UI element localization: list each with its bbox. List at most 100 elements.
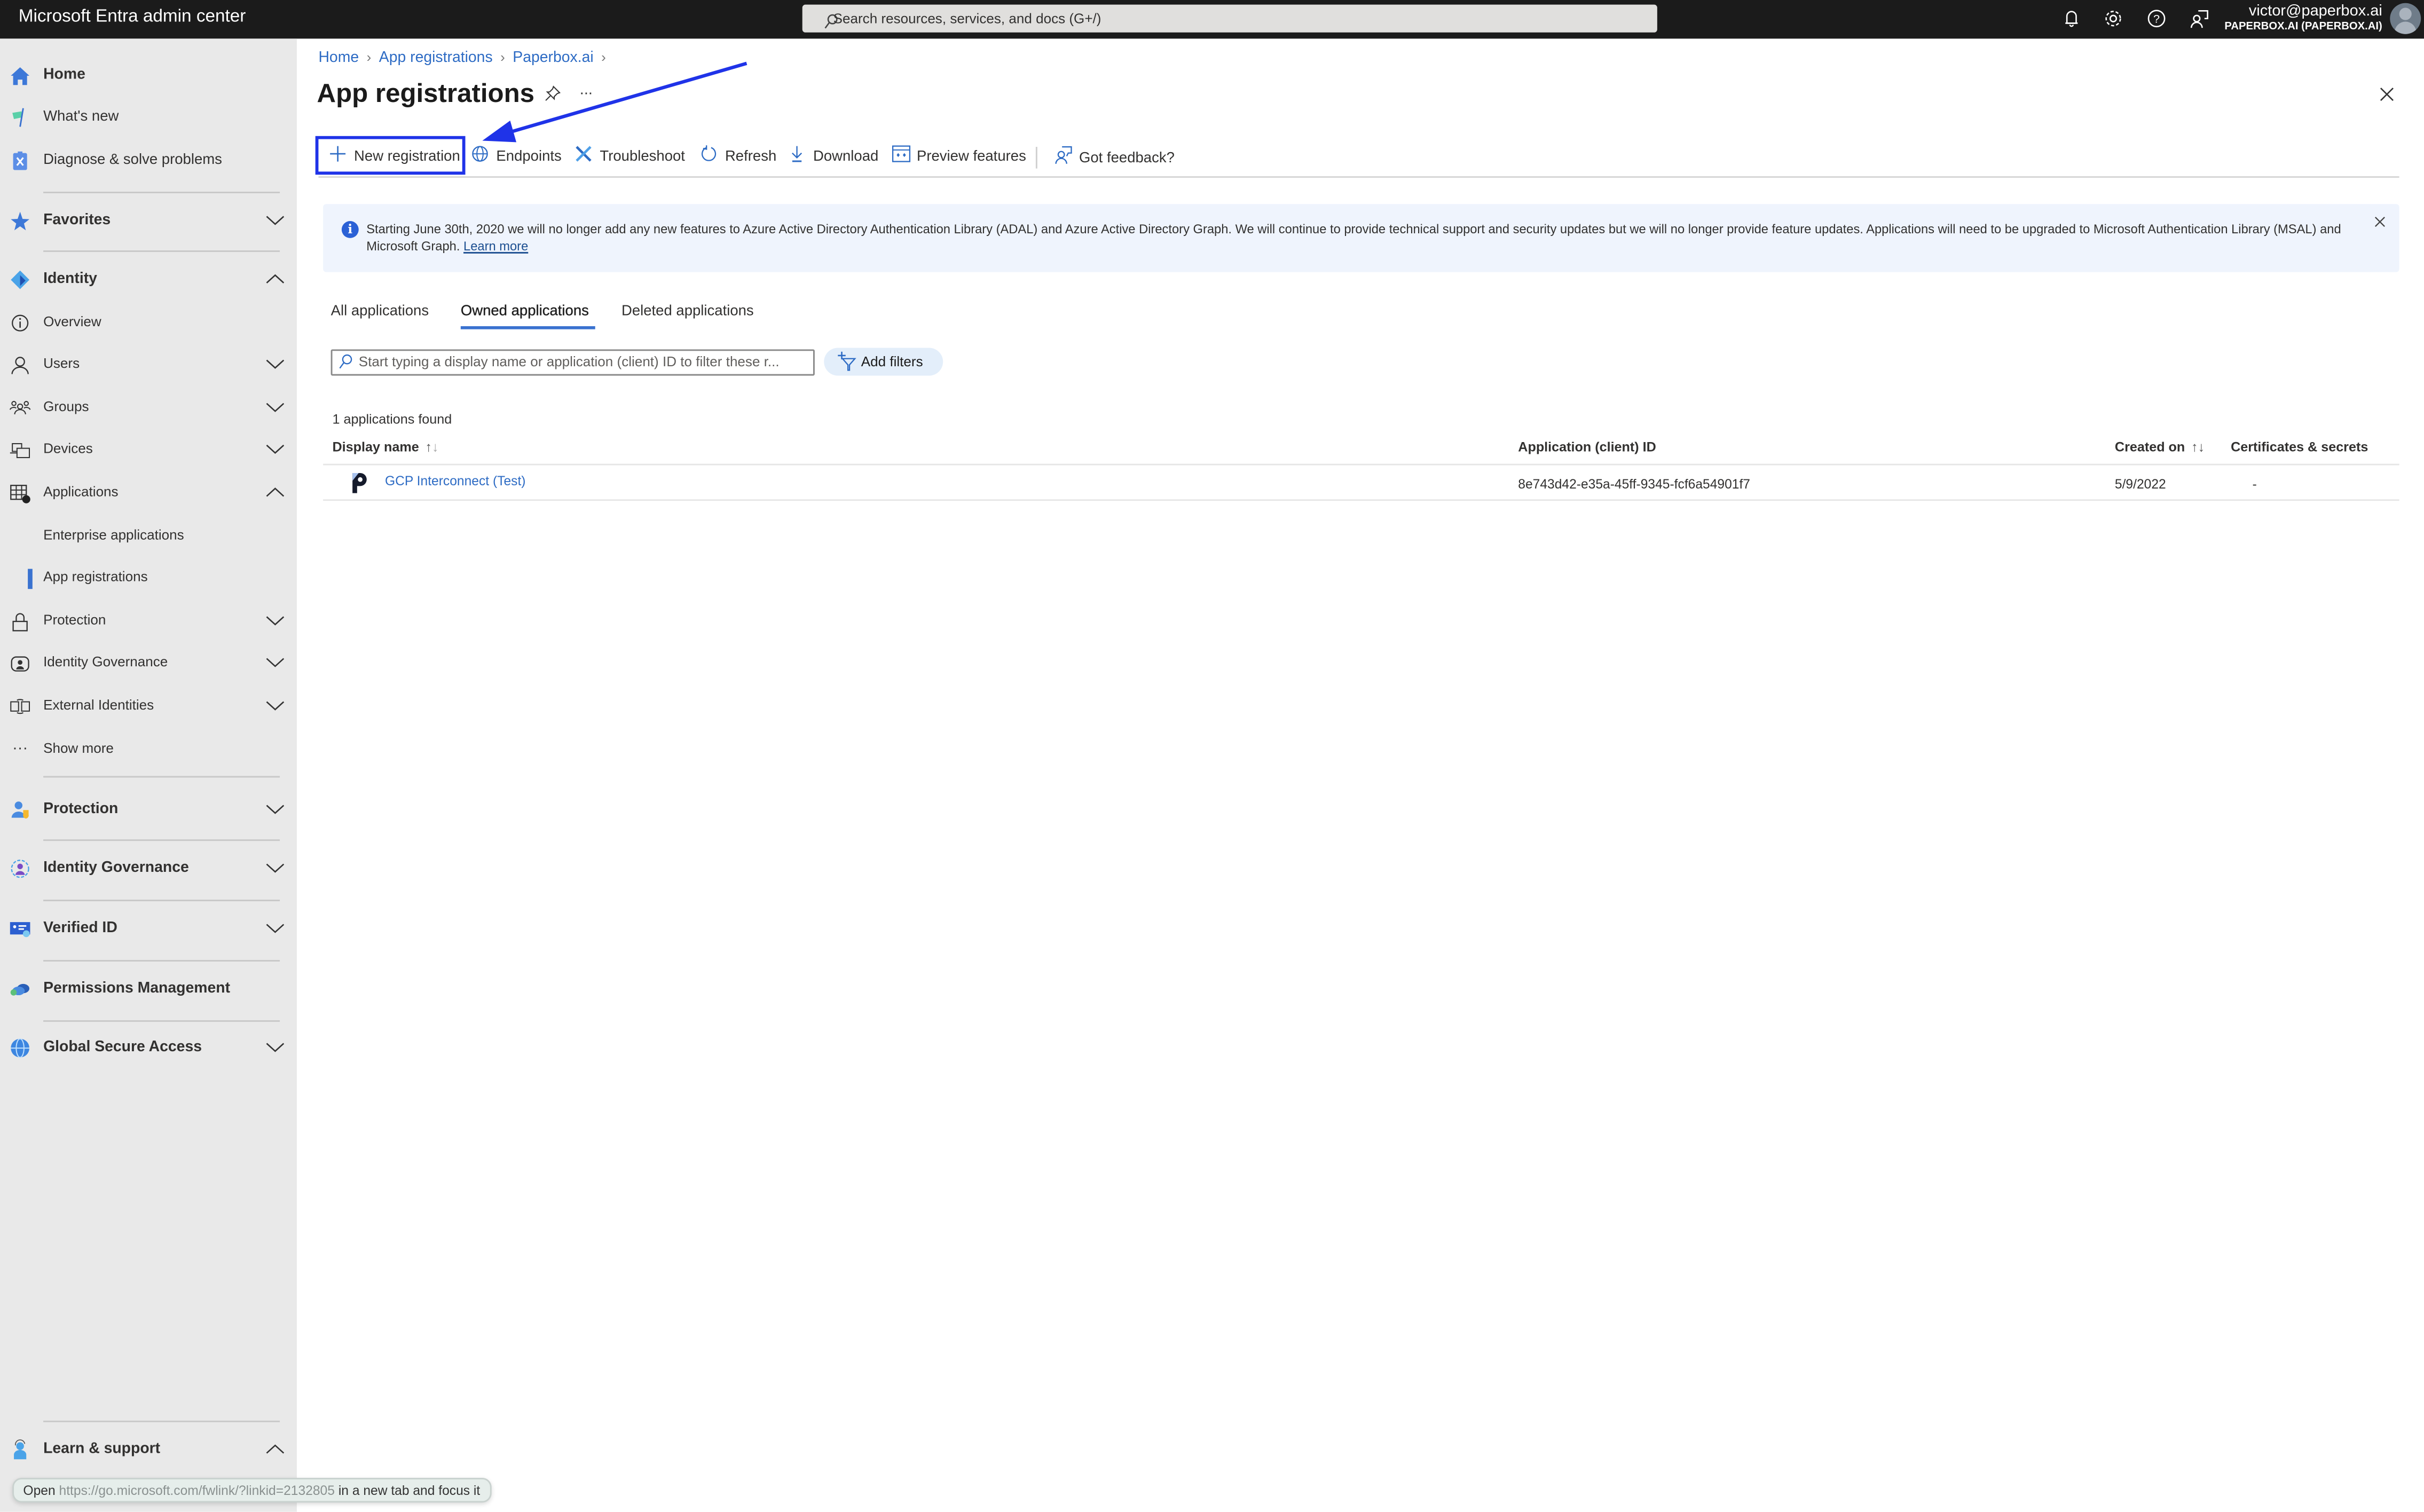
tab-deleted-applications[interactable]: Deleted applications	[621, 303, 754, 320]
app-title[interactable]: Microsoft Entra admin center	[19, 7, 246, 26]
sidebar-item-show-more[interactable]: ··· Show more	[0, 731, 297, 768]
account-info[interactable]: victor@paperbox.ai PAPERBOX.AI (PAPERBOX…	[2224, 3, 2382, 36]
sidebar-item-groups[interactable]: Groups	[0, 390, 297, 427]
sidebar-item-label: Identity Governance	[43, 859, 189, 877]
chevron-down-icon[interactable]	[264, 352, 286, 374]
feedback-icon[interactable]	[2189, 7, 2211, 29]
app-created-on: 5/9/2022	[2114, 476, 2166, 492]
chevron-down-icon[interactable]	[264, 609, 286, 631]
endpoints-button[interactable]: Endpoints	[470, 145, 562, 170]
feedback-button[interactable]: Got feedback?	[1053, 145, 1175, 170]
sidebar-item-label: Verified ID	[43, 919, 117, 937]
app-name[interactable]: GCP Interconnect (Test)	[385, 473, 526, 489]
chevron-down-icon[interactable]	[264, 437, 286, 459]
table-row[interactable]: GCP Interconnect (Test) 8e743d42-e35a-45…	[323, 466, 2399, 501]
lock-icon	[9, 611, 31, 633]
sidebar-item-identity[interactable]: Identity	[0, 261, 297, 298]
sidebar-item-users[interactable]: Users	[0, 346, 297, 383]
chevron-up-icon[interactable]	[264, 267, 286, 289]
app-root: Microsoft Entra admin center Search reso…	[0, 0, 2424, 1512]
sidebar-item-label: Protection	[43, 612, 106, 628]
avatar[interactable]	[2390, 3, 2421, 34]
sidebar-item-label: Permissions Management	[43, 980, 231, 997]
close-icon[interactable]	[2376, 83, 2398, 105]
search-icon	[339, 354, 352, 369]
sidebar-item-diagnose[interactable]: Diagnose & solve problems	[0, 142, 297, 179]
troubleshoot-button[interactable]: Troubleshoot	[573, 145, 685, 170]
app-client-id: 8e743d42-e35a-45ff-9345-fcf6a54901f7	[1518, 476, 1750, 492]
info-banner: i Starting June 30th, 2020 we will no lo…	[323, 204, 2399, 272]
sidebar-divider	[43, 1020, 280, 1022]
sidebar-item-identity-governance[interactable]: Identity Governance	[0, 644, 297, 681]
sidebar-item-identity-governance-section[interactable]: Identity Governance	[0, 850, 297, 887]
sidebar-item-favorites[interactable]: Favorites	[0, 202, 297, 239]
add-filters-label: Add filters	[861, 354, 923, 370]
external-identities-icon	[9, 696, 31, 718]
chevron-down-icon[interactable]	[264, 209, 286, 231]
sidebar-item-applications[interactable]: Applications	[0, 475, 297, 511]
sidebar-item-external-identities[interactable]: External Identities	[0, 688, 297, 724]
chevron-up-icon[interactable]	[264, 481, 286, 502]
svg-text:?: ?	[2153, 12, 2160, 25]
sidebar-item-app-registrations[interactable]: App registrations	[0, 560, 297, 596]
sidebar-item-global-secure-access[interactable]: Global Secure Access	[0, 1029, 297, 1066]
active-tab-indicator	[460, 326, 595, 329]
sidebar-item-permissions-management[interactable]: Permissions Management	[0, 971, 297, 1007]
app-display-name-link[interactable]: GCP Interconnect (Test)	[385, 473, 526, 489]
breadcrumb-home[interactable]: Home	[318, 50, 359, 67]
column-created-on[interactable]: Created on ↑↓	[2115, 439, 2205, 454]
help-icon[interactable]: ?	[2146, 7, 2168, 29]
chevron-up-icon[interactable]	[264, 1438, 286, 1460]
refresh-button[interactable]: Refresh	[699, 145, 776, 170]
sidebar-item-protection[interactable]: Protection	[0, 603, 297, 640]
sidebar-item-home[interactable]: Home	[0, 57, 297, 94]
global-search-input[interactable]: Search resources, services, and docs (G+…	[802, 4, 1657, 33]
identity-governance-icon	[9, 858, 31, 880]
sidebar-item-label: Global Secure Access	[43, 1038, 202, 1056]
sidebar-item-label: Home	[43, 66, 85, 84]
tab-owned-applications[interactable]: Owned applications	[461, 303, 589, 320]
add-filters-button[interactable]: Add filters	[824, 348, 943, 376]
preview-features-button[interactable]: Preview features	[891, 145, 1026, 170]
chevron-down-icon[interactable]	[264, 856, 286, 878]
chevron-down-icon[interactable]	[264, 917, 286, 939]
bell-icon[interactable]	[2061, 7, 2083, 29]
sidebar-item-devices[interactable]: Devices	[0, 431, 297, 468]
tab-all-applications[interactable]: All applications	[331, 303, 429, 320]
sidebar-divider	[43, 960, 280, 962]
sidebar-item-verified-id[interactable]: Verified ID	[0, 910, 297, 947]
sidebar-item-label: App registrations	[43, 569, 148, 585]
learn-more-link[interactable]: Learn more	[463, 239, 528, 253]
support-icon	[9, 1439, 31, 1461]
column-certificates-secrets: Certificates & secrets	[2231, 439, 2368, 455]
top-bar: Microsoft Entra admin center Search reso…	[0, 0, 2424, 39]
download-button[interactable]: Download	[787, 145, 879, 170]
sort-icon[interactable]: ↑↓	[425, 439, 438, 454]
chevron-down-icon[interactable]	[264, 651, 286, 673]
chevron-down-icon[interactable]	[264, 396, 286, 418]
sort-icon[interactable]: ↑↓	[2191, 439, 2205, 454]
feedback-label: Got feedback?	[1079, 149, 1175, 167]
globe-icon	[9, 1037, 31, 1059]
sidebar-item-learn-support[interactable]: Learn & support	[0, 1431, 297, 1468]
chevron-down-icon[interactable]	[264, 1036, 286, 1058]
sidebar-item-whats-new[interactable]: What's new	[0, 99, 297, 136]
sidebar-item-label: Groups	[43, 399, 89, 414]
sidebar-item-overview[interactable]: Overview	[0, 304, 297, 341]
gear-icon[interactable]	[2103, 7, 2124, 29]
sidebar-item-enterprise-applications[interactable]: Enterprise applications	[0, 518, 297, 555]
tooltip-prefix: Open	[23, 1482, 56, 1498]
dismiss-banner-icon[interactable]	[2373, 215, 2387, 229]
sidebar-divider	[43, 839, 280, 841]
sidebar-item-label: Learn & support	[43, 1440, 161, 1458]
protection-icon	[9, 799, 31, 821]
flag-icon	[9, 107, 31, 129]
annotation-highlight-box	[315, 136, 466, 175]
chevron-down-icon[interactable]	[264, 798, 286, 820]
chevron-down-icon[interactable]	[264, 694, 286, 716]
sidebar-item-protection-section[interactable]: Protection	[0, 791, 297, 828]
column-display-name[interactable]: Display name ↑↓	[333, 439, 439, 454]
download-label: Download	[813, 148, 879, 166]
sidebar-divider	[43, 250, 280, 252]
filter-input[interactable]: Start typing a display name or applicati…	[330, 349, 815, 376]
